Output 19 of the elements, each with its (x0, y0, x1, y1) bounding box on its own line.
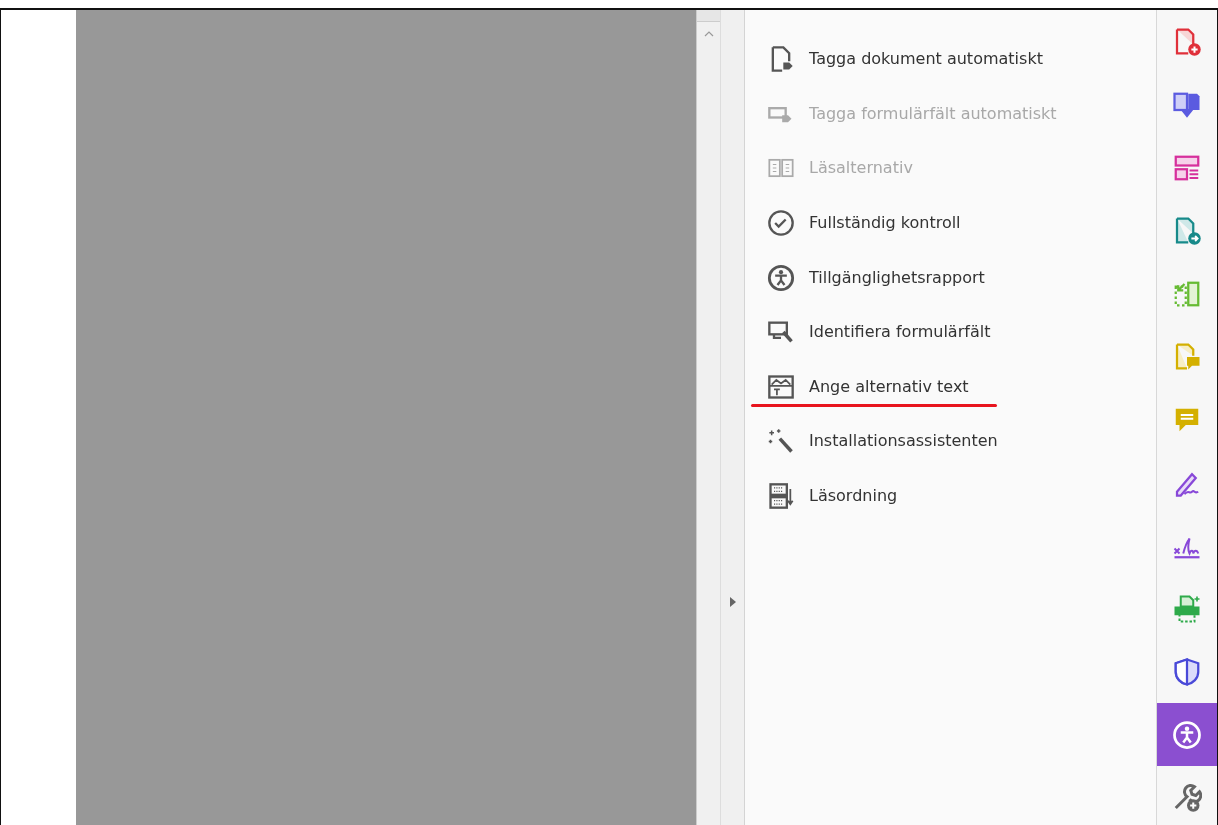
tool-item[interactable]: Läsordning (745, 468, 1156, 524)
scrollbar-thumb[interactable] (697, 10, 720, 22)
checkmark-circle-icon (767, 209, 795, 238)
shield-icon (1172, 656, 1202, 687)
accessibility-tool-button[interactable] (1157, 703, 1217, 766)
tool-item[interactable]: Tagga dokument automatiskt (745, 32, 1156, 87)
accessibility-icon (1172, 719, 1202, 750)
tool-item[interactable]: Fullständig kontroll (745, 195, 1156, 251)
accessibility-icon (767, 263, 795, 292)
tool-item[interactable]: Ange alternativ text (745, 359, 1156, 415)
image-text-icon (767, 372, 795, 401)
scroll-up-icon[interactable] (703, 30, 714, 38)
printer-icon (1172, 593, 1202, 624)
collapse-arrow-icon[interactable] (728, 596, 737, 608)
tool-item[interactable]: Identifiera formulärfält (745, 304, 1156, 360)
tool-item[interactable]: Installationsassistenten (745, 414, 1156, 469)
wrench-plus-icon (1172, 782, 1202, 813)
reading-order-icon (767, 482, 795, 511)
tool-item[interactable]: Tillgänglighetsrapport (745, 250, 1156, 305)
